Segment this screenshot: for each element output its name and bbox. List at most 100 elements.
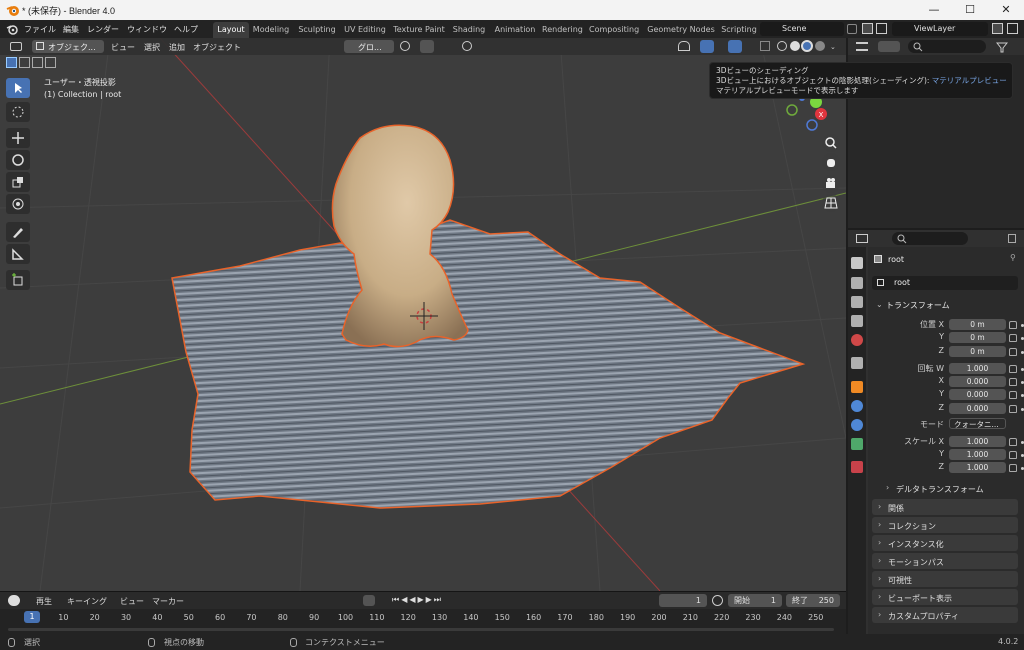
location-y-field[interactable]: 0 m [949,332,1006,343]
properties-editor[interactable]: root ⚲ root ⌄ トランスフォーム 位置 X 0 m Y 0 m Z … [848,230,1024,634]
navigation-gizmo[interactable]: X [786,95,827,131]
menu-help[interactable]: ヘルプ [174,24,198,35]
delta-transform-chevron-icon[interactable]: › [886,483,889,492]
mode-selector[interactable]: オブジェク... [32,40,104,53]
blender-menu-icon[interactable] [6,23,18,35]
tab-geometry-nodes[interactable]: Geometry Nodes [647,22,715,38]
select-new-icon[interactable] [6,57,17,68]
clock-icon[interactable] [712,595,723,606]
rotate-tool[interactable] [6,150,30,170]
solid-shading-icon[interactable] [790,41,800,51]
select-invert-icon[interactable] [45,57,56,68]
panel-viewport-display[interactable]: › ビューポート表示 [872,589,1018,605]
view-layer-tab-icon[interactable] [851,315,863,327]
select-box-tool[interactable] [6,78,30,98]
rotation-z-field[interactable]: 0.000 [949,403,1006,414]
3d-viewport[interactable]: X オブジェク... ビュー 選択 追加 オブジェクト グロ... ⌄ ユーザー… [0,38,846,591]
object-tab-icon[interactable] [851,381,863,393]
timeline-editor-icon[interactable] [8,595,20,606]
display-mode-icon[interactable] [878,41,900,52]
close-button[interactable]: ✕ [988,0,1024,20]
material-preview-shading-icon[interactable] [801,40,813,52]
lock-rotation-w-icon[interactable] [1009,365,1017,373]
perspective-toggle-icon[interactable] [822,194,840,212]
tab-modeling[interactable]: Modeling [252,22,290,38]
move-tool[interactable] [6,128,30,148]
material-tab-icon[interactable] [851,461,863,473]
proportional-editing-icon[interactable] [462,41,472,51]
annotate-tool[interactable] [6,222,30,242]
tab-compositing[interactable]: Compositing [589,22,639,38]
lock-rotation-x-icon[interactable] [1009,378,1017,386]
tab-animation[interactable]: Animation [494,22,536,38]
menu-object[interactable]: オブジェクト [193,42,241,53]
timeline-editor[interactable]: 再生 キーイング ビュー マーカー ⏮◀◀▶▶⏭ 1 開始 1 終了 250 1… [0,591,846,634]
rotation-x-field[interactable]: 0.000 [949,376,1006,387]
menu-window[interactable]: ウィンドウ [127,24,167,35]
properties-options-icon[interactable] [1008,234,1016,243]
physics-tab-icon[interactable] [851,400,863,412]
data-tab-icon[interactable] [851,438,863,450]
add-cube-tool[interactable] [6,270,30,290]
current-frame-field[interactable]: 1 [659,594,707,607]
pin-scene-icon[interactable] [847,24,857,34]
gizmo-toggle-icon[interactable] [700,40,714,53]
location-x-field[interactable]: 0 m [949,319,1006,330]
tab-layout[interactable]: Layout [213,22,249,38]
menu-add[interactable]: 追加 [169,42,185,53]
filter-icon[interactable] [996,41,1008,53]
cursor-tool[interactable] [6,102,30,122]
minimize-button[interactable]: — [916,0,952,20]
scale-x-field[interactable]: 1.000 [949,436,1006,447]
new-scene-icon[interactable] [862,23,873,34]
playback-menu[interactable]: 再生 [36,596,52,607]
menu-view[interactable]: ビュー [111,42,135,53]
shading-options-chevron-icon[interactable]: ⌄ [830,43,836,51]
auto-keying-icon[interactable] [363,595,375,606]
gizmo-neg-y-axis[interactable] [786,104,798,116]
world-tab-icon[interactable] [851,357,863,369]
pan-hand-icon[interactable] [822,153,840,171]
constraints-tab-icon[interactable] [851,419,863,431]
tab-texture-paint[interactable]: Texture Paint [393,22,445,38]
lock-scale-y-icon[interactable] [1009,451,1017,459]
panel-instancing[interactable]: › インスタンス化 [872,535,1018,551]
scale-z-field[interactable]: 1.000 [949,462,1006,473]
xray-toggle-icon[interactable] [760,41,770,51]
select-extend-icon[interactable] [19,57,30,68]
tool-tab-icon[interactable] [851,257,863,269]
transform-orientation-selector[interactable]: グロ... [344,40,394,53]
scene-tab-icon[interactable] [851,334,863,346]
tab-shading[interactable]: Shading [451,22,487,38]
marker-menu[interactable]: マーカー [152,596,184,607]
panel-custom-properties[interactable]: › カスタムプロパティ [872,607,1018,623]
playback-controls[interactable]: ⏮◀◀▶▶⏭ [392,595,472,606]
timeline-scrollbar[interactable] [8,628,834,631]
end-frame-field[interactable]: 終了 250 [786,594,840,607]
keying-menu[interactable]: キーイング [67,596,107,607]
pivot-point-icon[interactable] [400,41,410,51]
tab-rendering[interactable]: Rendering [542,22,583,38]
output-tab-icon[interactable] [851,296,863,308]
tab-sculpting[interactable]: Sculpting [297,22,337,38]
delete-view-layer-icon[interactable] [1007,23,1018,34]
tab-uv-editing[interactable]: UV Editing [343,22,387,38]
tab-scripting[interactable]: Scripting [721,22,757,38]
terrain-mesh[interactable] [171,219,806,509]
timeline-view-menu[interactable]: ビュー [120,596,144,607]
outliner-editor-icon[interactable] [856,42,868,51]
start-frame-field[interactable]: 開始 1 [728,594,782,607]
menu-file[interactable]: ファイル [24,24,56,35]
panel-visibility[interactable]: › 可視性 [872,571,1018,587]
transform-chevron-icon[interactable]: ⌄ [876,300,883,309]
rotation-y-field[interactable]: 0.000 [949,389,1006,400]
panel-relations[interactable]: › 関係 [872,499,1018,515]
viewport-scene[interactable]: X [0,38,846,591]
menu-select[interactable]: 選択 [144,42,160,53]
scale-tool[interactable] [6,172,30,192]
lock-location-z-icon[interactable] [1009,348,1017,356]
lock-rotation-y-icon[interactable] [1009,391,1017,399]
properties-editor-icon[interactable] [856,234,868,243]
lock-scale-x-icon[interactable] [1009,438,1017,446]
panel-motion-paths[interactable]: › モーションパス [872,553,1018,569]
